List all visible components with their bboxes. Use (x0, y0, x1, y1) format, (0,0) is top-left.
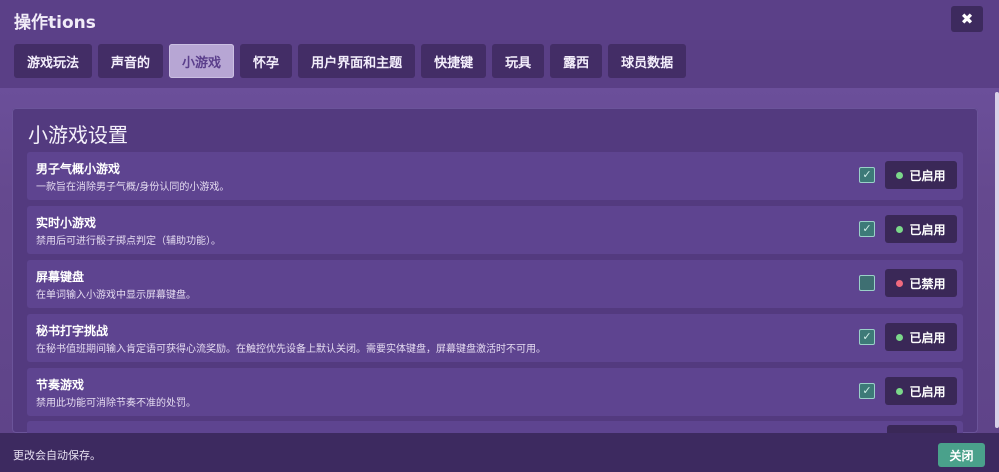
setting-description: 禁用此功能可消除节奏不准的处罚。 (36, 398, 196, 409)
tab-pregnancy[interactable]: 怀孕 (240, 44, 293, 78)
status-dot-icon (896, 171, 904, 179)
status-toggle-button[interactable]: 已禁用 (885, 269, 957, 297)
setting-row-partial (27, 421, 963, 433)
setting-name: 秘书打字挑战 (36, 324, 109, 338)
title-bar: 操作tions ✖ (0, 0, 999, 40)
setting-checkbox[interactable]: ✓ (859, 383, 875, 399)
tab-toys[interactable]: 玩具 (492, 44, 545, 78)
setting-checkbox[interactable]: ✓ (859, 221, 875, 237)
setting-row-realtime: 实时小游戏 禁用后可进行骰子掷点判定（辅助功能）。 ✓ 已启用 (27, 206, 963, 254)
setting-row-secretary-typing: 秘书打字挑战 在秘书值班期间输入肯定语可获得心流奖励。在触控优先设备上默认关闭。… (27, 314, 963, 362)
panel-title: 小游戏设置 (28, 123, 128, 147)
setting-row-masculinity: 男子气概小游戏 一款旨在消除男子气概/身份认同的小游戏。 ✓ 已启用 (27, 152, 963, 200)
status-dot-icon (896, 279, 904, 287)
setting-name: 屏幕键盘 (36, 270, 85, 284)
status-dot-icon (896, 333, 904, 341)
status-label: 已启用 (909, 330, 946, 345)
tab-minigames[interactable]: 小游戏 (169, 44, 235, 78)
tab-hotkeys[interactable]: 快捷键 (421, 44, 487, 78)
status-toggle-button[interactable]: 已启用 (885, 377, 957, 405)
status-toggle-button[interactable] (887, 425, 957, 433)
autosave-note: 更改会自动保存。 (13, 449, 101, 462)
setting-description: 禁用后可进行骰子掷点判定（辅助功能）。 (36, 236, 221, 247)
scrollbar[interactable] (995, 92, 999, 428)
setting-description: 一款旨在消除男子气概/身份认同的小游戏。 (36, 182, 230, 193)
setting-checkbox[interactable]: ✓ (859, 329, 875, 345)
minigame-settings-panel: 小游戏设置 男子气概小游戏 一款旨在消除男子气概/身份认同的小游戏。 ✓ 已启用… (12, 108, 978, 433)
status-dot-icon (896, 225, 904, 233)
status-toggle-button[interactable]: 已启用 (885, 161, 957, 189)
tab-sound[interactable]: 声音的 (98, 44, 164, 78)
status-toggle-button[interactable]: 已启用 (885, 215, 957, 243)
setting-row-rhythm: 节奏游戏 禁用此功能可消除节奏不准的处罚。 ✓ 已启用 (27, 368, 963, 416)
setting-description: 在单词输入小游戏中显示屏幕键盘。 (36, 290, 196, 301)
setting-name: 节奏游戏 (36, 378, 85, 392)
tab-player-stats[interactable]: 球员数据 (608, 44, 687, 78)
window-title: 操作tions (14, 13, 96, 33)
close-icon[interactable]: ✖ (951, 6, 983, 32)
status-label: 已启用 (909, 384, 946, 399)
setting-checkbox[interactable]: ✓ (859, 275, 875, 291)
setting-row-onscreen-keyboard: 屏幕键盘 在单词输入小游戏中显示屏幕键盘。 ✓ 已禁用 (27, 260, 963, 308)
setting-name: 男子气概小游戏 (36, 162, 121, 176)
setting-checkbox[interactable]: ✓ (859, 167, 875, 183)
status-dot-icon (896, 387, 904, 395)
close-button[interactable]: 关闭 (938, 443, 985, 467)
tab-lucy[interactable]: 露西 (550, 44, 603, 78)
tab-ui-theme[interactable]: 用户界面和主题 (298, 44, 416, 78)
footer-bar: 更改会自动保存。 关闭 (0, 433, 999, 472)
tab-gameplay[interactable]: 游戏玩法 (14, 44, 93, 78)
tab-bar: 游戏玩法 声音的 小游戏 怀孕 用户界面和主题 快捷键 玩具 露西 球员数据 (14, 44, 687, 78)
status-toggle-button[interactable]: 已启用 (885, 323, 957, 351)
setting-description: 在秘书值班期间输入肯定语可获得心流奖励。在触控优先设备上默认关闭。需要实体键盘，… (36, 344, 546, 355)
status-label: 已启用 (909, 168, 946, 183)
setting-name: 实时小游戏 (36, 216, 97, 230)
status-label: 已禁用 (909, 276, 946, 291)
status-label: 已启用 (909, 222, 946, 237)
